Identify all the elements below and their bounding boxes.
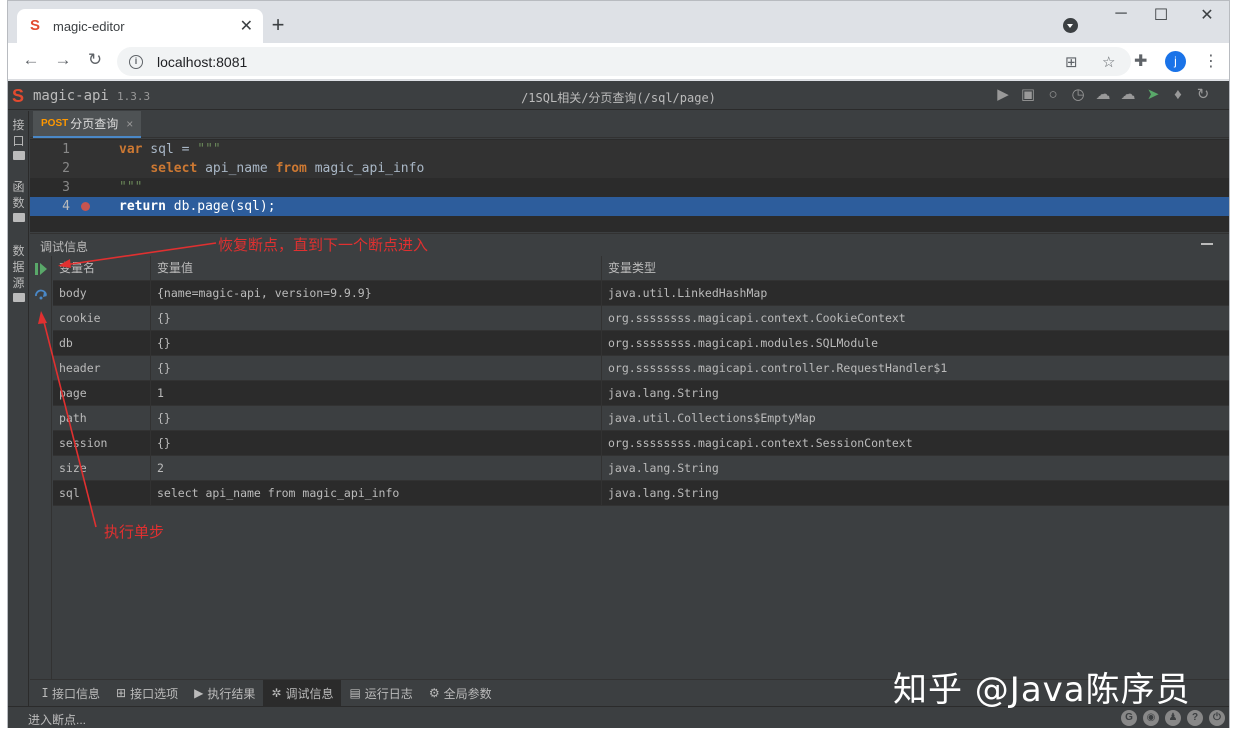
resume-annotation: 恢复断点，直到下一个断点进入 [218, 236, 429, 254]
watermark: 知乎 @Java陈序员 [893, 670, 1191, 710]
step-annotation: 执行单步 [104, 523, 165, 541]
annotation-arrows [38, 242, 217, 528]
